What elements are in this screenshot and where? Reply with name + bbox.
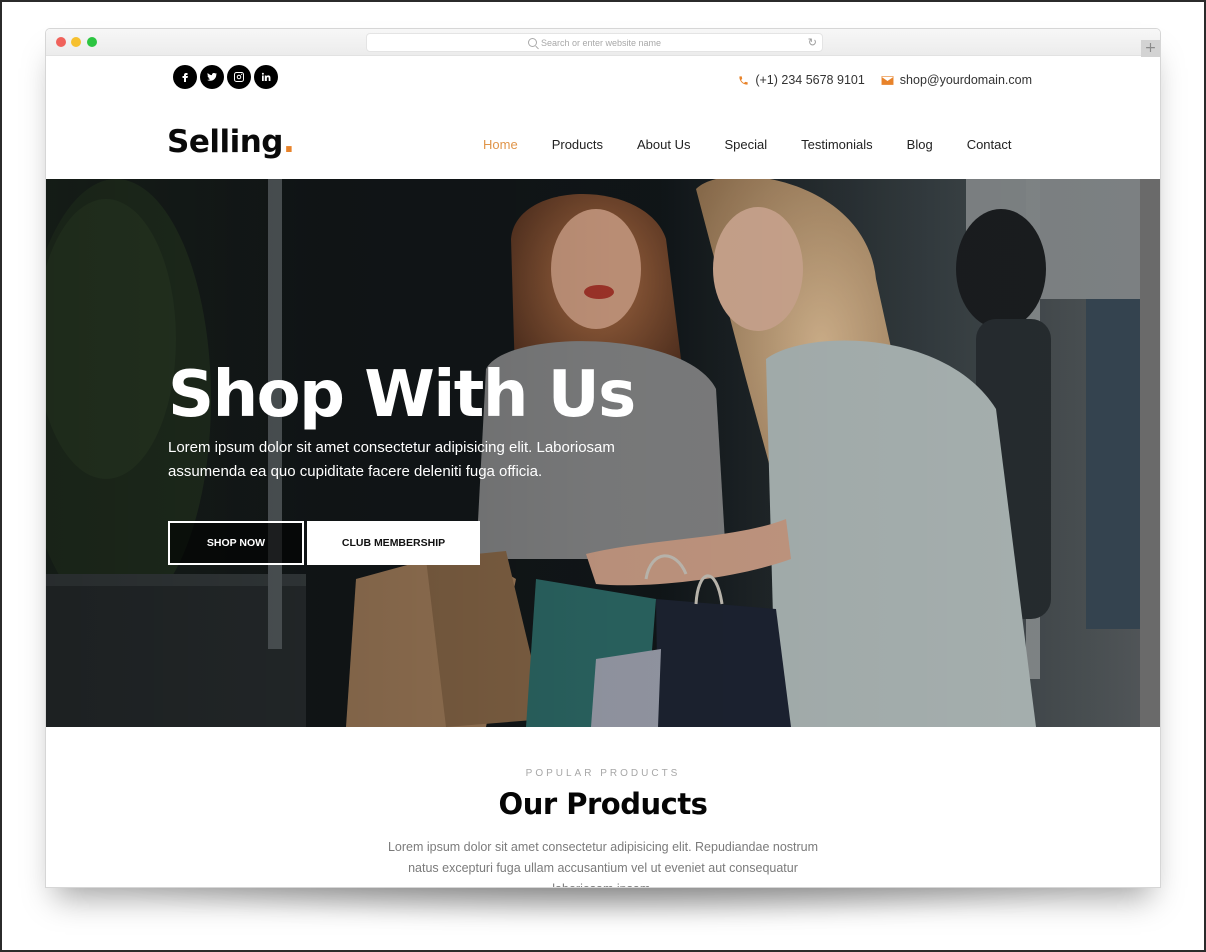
- nav-contact[interactable]: Contact: [967, 136, 1012, 154]
- club-membership-button[interactable]: CLUB MEMBERSHIP: [307, 521, 480, 565]
- phone-number[interactable]: (+1) 234 5678 9101: [755, 73, 864, 87]
- nav-blog[interactable]: Blog: [907, 136, 933, 154]
- twitter-icon: [207, 72, 218, 81]
- reload-icon[interactable]: ↻: [808, 37, 817, 49]
- new-tab-button[interactable]: +: [1141, 40, 1160, 57]
- nav-about-us[interactable]: About Us: [637, 136, 690, 154]
- nav-products[interactable]: Products: [552, 136, 603, 154]
- close-window-button[interactable]: [56, 37, 66, 47]
- nav-home[interactable]: Home: [483, 136, 518, 154]
- address-bar[interactable]: Search or enter website name ↻: [366, 33, 823, 52]
- instagram-icon: [234, 72, 244, 82]
- main-nav: Home Products About Us Special Testimoni…: [483, 136, 1012, 154]
- phone-contact: (+1) 234 5678 9101: [738, 73, 865, 87]
- facebook-icon: [182, 73, 188, 82]
- browser-titlebar: Search or enter website name ↻ +: [46, 29, 1160, 57]
- products-section: POPULAR PRODUCTS Our Products Lorem ipsu…: [46, 727, 1160, 887]
- hero-section: Shop With Us Lorem ipsum dolor sit amet …: [46, 179, 1160, 727]
- search-icon: [527, 38, 537, 47]
- nav-testimonials[interactable]: Testimonials: [801, 136, 873, 154]
- envelope-icon: [881, 75, 894, 86]
- minimize-window-button[interactable]: [71, 37, 81, 47]
- linkedin-link[interactable]: [254, 65, 278, 89]
- logo-dot: .: [283, 124, 295, 160]
- hero-title: Shop With Us: [168, 358, 636, 432]
- social-links: [173, 65, 278, 89]
- email-contact: shop@yourdomain.com: [881, 73, 1032, 87]
- hero-right-edge: [1140, 179, 1160, 727]
- instagram-link[interactable]: [227, 65, 251, 89]
- maximize-window-button[interactable]: [87, 37, 97, 47]
- email-address[interactable]: shop@yourdomain.com: [900, 73, 1032, 87]
- section-eyebrow: POPULAR PRODUCTS: [525, 768, 681, 779]
- nav-special[interactable]: Special: [724, 136, 767, 154]
- browser-window: Search or enter website name ↻ + (+1) 23…: [45, 28, 1161, 888]
- logo-text: Selling: [167, 124, 284, 160]
- address-placeholder: Search or enter website name: [540, 37, 662, 48]
- section-title: Our Products: [498, 787, 708, 821]
- facebook-link[interactable]: [173, 65, 197, 89]
- shop-now-button[interactable]: SHOP NOW: [168, 521, 304, 565]
- contact-info: (+1) 234 5678 9101 shop@yourdomain.com: [738, 73, 1032, 87]
- hero-description: Lorem ipsum dolor sit amet consectetur a…: [168, 439, 615, 480]
- phone-icon: [738, 75, 749, 86]
- site-logo[interactable]: Selling.: [167, 122, 295, 162]
- twitter-link[interactable]: [200, 65, 224, 89]
- section-description: Lorem ipsum dolor sit amet consectetur a…: [387, 840, 819, 887]
- linkedin-icon: [261, 72, 271, 81]
